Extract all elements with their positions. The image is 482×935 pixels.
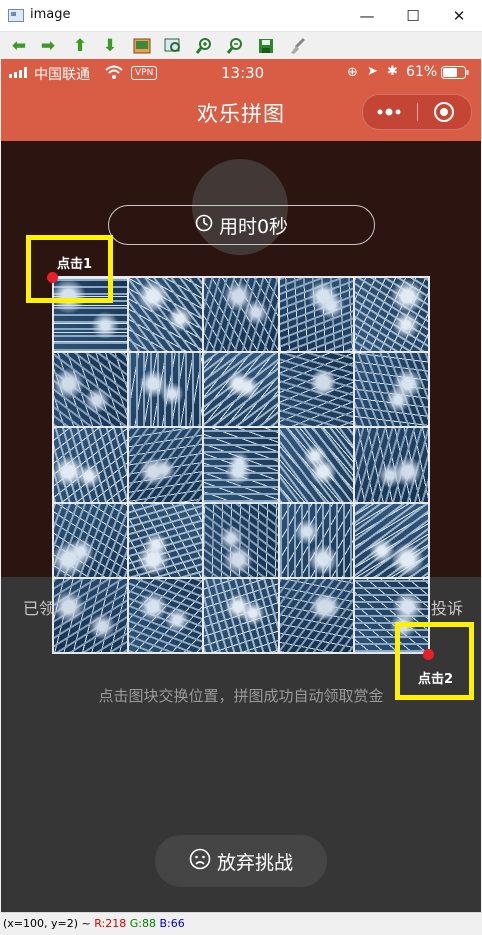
puzzle-tile[interactable]	[128, 577, 204, 653]
annotation-label-2: 点击2	[418, 672, 454, 687]
puzzle-tile[interactable]	[203, 427, 279, 503]
arrow-left-icon[interactable]: ⬅	[8, 35, 30, 57]
window-titlebar: image — ☐ ✕	[0, 0, 482, 32]
puzzle-tile[interactable]	[203, 352, 279, 428]
arrow-right-icon[interactable]: ➡	[37, 35, 59, 57]
carrier: 中国联通	[34, 67, 90, 83]
image-zoom-icon[interactable]	[162, 35, 184, 57]
color-g: G:88	[129, 917, 156, 930]
signal-icon	[9, 66, 31, 82]
app-icon	[8, 9, 24, 22]
window-title: image	[30, 7, 71, 22]
save-icon[interactable]	[255, 35, 277, 57]
annotation-label-1: 点击1	[57, 257, 93, 272]
clock: 13:30	[221, 64, 265, 82]
arrow-down-icon[interactable]: ⬇	[99, 35, 121, 57]
capsule-divider	[417, 103, 418, 121]
timer: 用时0秒	[108, 205, 375, 245]
annotation-box-2	[395, 622, 474, 700]
puzzle-tile[interactable]	[353, 352, 429, 428]
battery-icon	[441, 66, 469, 83]
puzzle-grid	[52, 276, 430, 654]
puzzle-tile[interactable]	[53, 427, 129, 503]
puzzle-tile[interactable]	[278, 352, 354, 428]
timer-label: 用时0秒	[218, 215, 289, 238]
give-up-button[interactable]: 放弃挑战	[155, 835, 327, 887]
arrow-up-icon[interactable]: ⬆	[69, 35, 91, 57]
orientation-lock-icon: ⊕	[347, 65, 358, 80]
puzzle-tile[interactable]	[128, 352, 204, 428]
complaint-link[interactable]: 投诉	[431, 595, 463, 619]
close-button[interactable]: ✕	[436, 0, 482, 31]
cursor-coords: (x=100, y=2) ~	[3, 917, 91, 930]
image-icon[interactable]	[131, 35, 153, 57]
location-icon: ➤	[367, 64, 378, 79]
puzzle-tile[interactable]	[203, 277, 279, 353]
brush-icon[interactable]	[286, 35, 308, 57]
wifi-icon	[105, 65, 123, 83]
zoom-out-icon[interactable]	[224, 35, 246, 57]
viewer-toolbar: ⬅ ➡ ⬆ ⬇	[0, 32, 482, 59]
puzzle-tile[interactable]	[53, 577, 129, 653]
puzzle-tile[interactable]	[278, 577, 354, 653]
obscured-text-left: 已领	[23, 599, 56, 618]
puzzle-tile[interactable]	[53, 502, 129, 578]
puzzle-tile[interactable]	[128, 502, 204, 578]
clock-icon	[195, 214, 213, 237]
phone-statusbar: 中国联通 VPN 13:30 ⊕ ➤ ✱ 61%	[1, 59, 481, 87]
phone-screen: 中国联通 VPN 13:30 ⊕ ➤ ✱ 61% 欢乐拼图 用时0秒 已领 投诉…	[1, 59, 481, 912]
puzzle-tile[interactable]	[203, 577, 279, 653]
puzzle-tile[interactable]	[203, 502, 279, 578]
puzzle-tile[interactable]	[353, 502, 429, 578]
puzzle-tile[interactable]	[353, 427, 429, 503]
click-point-2	[423, 649, 434, 660]
give-up-label: 放弃挑战	[216, 851, 293, 874]
puzzle-tile[interactable]	[278, 277, 354, 353]
puzzle-tile[interactable]	[128, 277, 204, 353]
puzzle-tile[interactable]	[53, 352, 129, 428]
close-miniprogram-icon[interactable]	[433, 101, 455, 123]
mini-program-capsule	[362, 94, 472, 130]
navbar: 欢乐拼图	[1, 87, 481, 141]
zoom-in-icon[interactable]	[193, 35, 215, 57]
battery-percent: 61%	[406, 64, 438, 80]
sad-face-icon	[189, 848, 211, 875]
more-icon[interactable]	[375, 103, 405, 121]
color-r: R:218	[94, 917, 127, 930]
vpn-badge: VPN	[131, 66, 158, 80]
puzzle-tile[interactable]	[353, 277, 429, 353]
click-point-1	[47, 272, 58, 283]
viewer-statusbar: (x=100, y=2) ~ R:218 G:88 B:66	[0, 912, 482, 935]
bluetooth-icon: ✱	[387, 64, 398, 79]
maximize-button[interactable]: ☐	[390, 0, 436, 31]
minimize-button[interactable]: —	[344, 0, 390, 31]
puzzle-tile[interactable]	[128, 427, 204, 503]
color-b: B:66	[159, 917, 185, 930]
puzzle-tile[interactable]	[278, 502, 354, 578]
puzzle-tile[interactable]	[278, 427, 354, 503]
